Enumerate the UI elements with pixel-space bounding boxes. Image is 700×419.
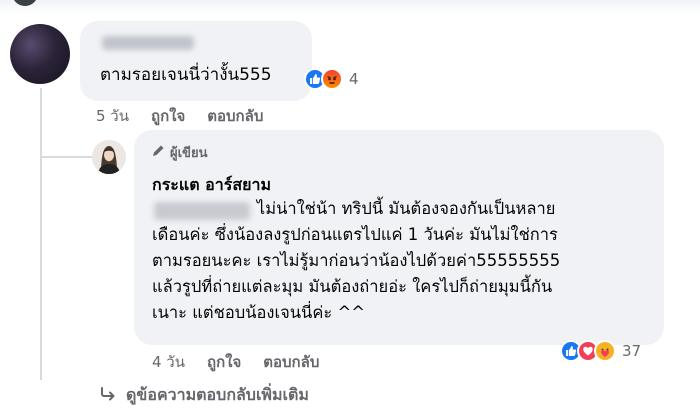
comment-timestamp[interactable]: 5 วัน [96, 104, 129, 128]
reply-button[interactable]: ตอบกลับ [263, 350, 319, 374]
thread-line [40, 88, 42, 380]
angry-icon [321, 68, 343, 90]
like-button[interactable]: ถูกใจ [207, 350, 241, 374]
reply-button[interactable]: ตอบกลับ [207, 104, 263, 128]
reply-arrow-icon [100, 386, 116, 405]
thread-branch [40, 156, 92, 158]
author-badge: ผู้เขียน [152, 142, 207, 163]
reply-text: ไม่น่าใช่น้า ทริปนี้ มันต้องจองกันเป็นหล… [152, 199, 561, 322]
reply-bubble: ผู้เขียน กระแต อาร์สยาม ไม่น่าใช่น้า ทริ… [134, 130, 664, 345]
comment-actions: 5 วัน ถูกใจ ตอบกลับ [96, 104, 263, 128]
care-icon [594, 340, 616, 362]
reaction-count: 4 [349, 70, 359, 88]
comment-reactions[interactable]: 4 [304, 66, 359, 92]
commenter-avatar[interactable] [10, 24, 70, 84]
reply-reactions[interactable]: 37 [560, 338, 641, 364]
author-badge-label: ผู้เขียน [170, 146, 208, 161]
commenter-name-blurred[interactable] [102, 36, 194, 50]
reply-actions: 4 วัน ถูกใจ ตอบกลับ [152, 350, 319, 374]
pencil-icon [152, 144, 165, 161]
comment-bubble: ตามรอยเจนนี่ว่างั้น555 [80, 21, 312, 101]
author-avatar[interactable] [92, 140, 126, 174]
reaction-count: 37 [622, 342, 642, 360]
previous-comment-edge [0, 0, 700, 14]
comment-text: ตามรอยเจนนี่ว่างั้น555 [100, 65, 272, 85]
author-name[interactable]: กระแต อาร์สยาม [152, 173, 271, 198]
view-more-replies[interactable]: ดูข้อความตอบกลับเพิ่มเติม [100, 383, 309, 408]
reply-timestamp[interactable]: 4 วัน [152, 350, 185, 374]
like-button[interactable]: ถูกใจ [151, 104, 185, 128]
view-more-replies-label: ดูข้อความตอบกลับเพิ่มเติม [126, 385, 309, 404]
